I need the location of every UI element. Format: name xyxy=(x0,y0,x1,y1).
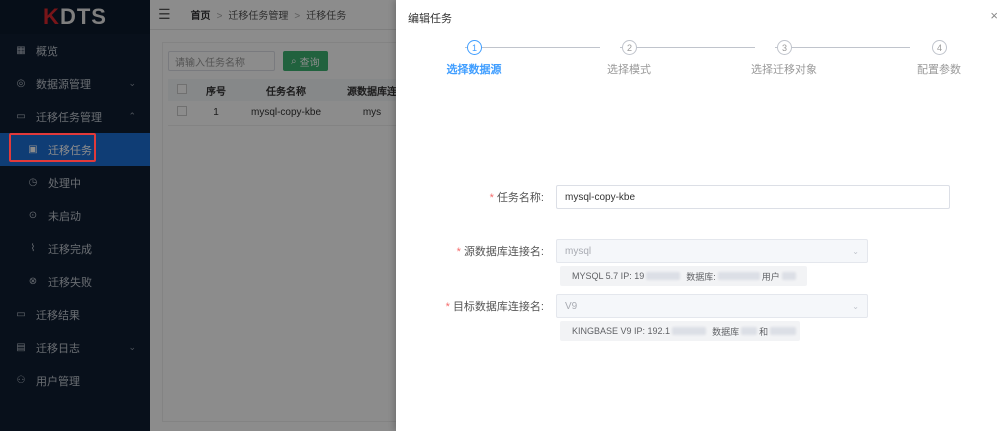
source-db-row: * 源数据库连接名: mysql ⌄ xyxy=(396,239,868,263)
source-info-user: 用户 xyxy=(761,271,780,282)
source-db-value: mysql xyxy=(565,245,592,257)
step-2-label: 选择模式 xyxy=(607,64,651,76)
step-connector xyxy=(620,47,755,48)
step-3-circle: 3 xyxy=(777,40,792,55)
target-db-label: * 目标数据库连接名: xyxy=(445,301,544,313)
close-icon[interactable]: × xyxy=(990,8,998,23)
steps: 1 2 3 4 选择数据源 选择模式 选择迁移对象 配置参数 xyxy=(446,40,966,80)
source-info-db: 数据库: xyxy=(686,271,716,282)
edit-task-drawer: 编辑任务 × 1 2 3 4 选择数据源 选择模式 选择迁移对象 配置参数 * 任… xyxy=(396,0,1000,431)
source-db-select[interactable]: mysql ⌄ xyxy=(556,239,868,263)
drawer-title: 编辑任务 xyxy=(408,13,452,25)
target-info-db: 数据库 xyxy=(712,326,740,337)
step-2-circle: 2 xyxy=(622,40,637,55)
step-3-label: 选择迁移对象 xyxy=(751,64,817,76)
source-db-info: MYSQL 5.7 IP: 19 数据库: 用户 xyxy=(560,266,807,286)
chevron-down-icon: ⌄ xyxy=(852,246,859,256)
step-connector xyxy=(775,47,910,48)
target-db-select[interactable]: V9 ⌄ xyxy=(556,294,868,318)
step-1-circle: 1 xyxy=(467,40,482,55)
task-name-label: * 任务名称: xyxy=(489,192,544,204)
task-name-input[interactable]: mysql-copy-kbe xyxy=(556,185,950,209)
target-db-value: V9 xyxy=(565,300,578,312)
task-name-row: * 任务名称: mysql-copy-kbe xyxy=(396,185,950,209)
step-1-label: 选择数据源 xyxy=(446,64,502,76)
chevron-down-icon: ⌄ xyxy=(852,301,859,311)
target-db-row: * 目标数据库连接名: V9 ⌄ xyxy=(396,294,868,318)
target-info-ip: KINGBASE V9 IP: 192.1 xyxy=(572,326,671,336)
source-info-ip: MYSQL 5.7 IP: 19 xyxy=(572,271,645,281)
target-info-extra: 和 xyxy=(759,326,769,337)
step-4-label: 配置参数 xyxy=(917,64,961,76)
source-db-label: * 源数据库连接名: xyxy=(456,246,544,258)
step-connector xyxy=(465,47,600,48)
target-db-info: KINGBASE V9 IP: 192.1 数据库 和 xyxy=(560,321,800,341)
step-4-circle: 4 xyxy=(932,40,947,55)
